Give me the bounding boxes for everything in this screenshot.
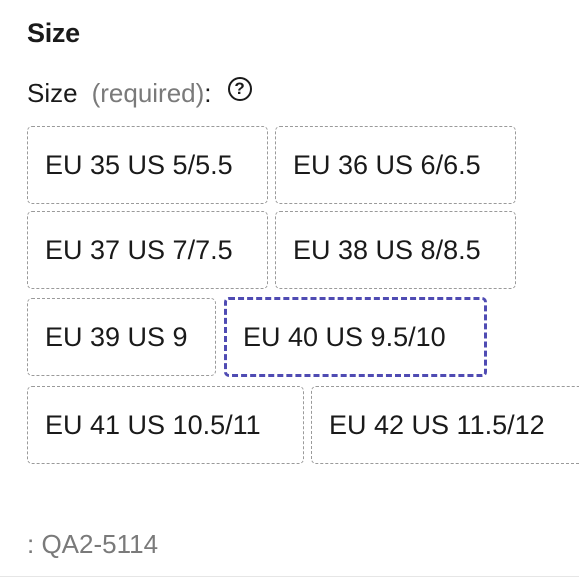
size-option-eu42[interactable]: EU 42 US 11.5/12 [311,386,579,464]
size-option-eu35[interactable]: EU 35 US 5/5.5 [27,126,268,204]
size-option-eu40[interactable]: EU 40 US 9.5/10 [224,297,487,377]
size-option-eu39[interactable]: EU 39 US 9 [27,298,216,376]
size-option-eu36[interactable]: EU 36 US 6/6.5 [275,126,516,204]
size-field-label: Size [27,78,78,108]
sku-code: : QA2-5114 [27,529,159,559]
size-selector-panel: Size Size (required) : ? EU 35 US 5/5.5 … [0,0,579,580]
help-glyph: ? [234,79,245,98]
size-option-eu37[interactable]: EU 37 US 7/7.5 [27,211,268,289]
section-title: Size [27,18,80,48]
required-indicator: (required) [91,78,205,108]
size-option-eu41[interactable]: EU 41 US 10.5/11 [27,386,304,464]
size-field-label-row: Size (required) : ? [27,76,252,109]
size-option-eu38[interactable]: EU 38 US 8/8.5 [275,211,516,289]
label-colon: : [204,78,212,108]
question-circle-icon[interactable]: ? [227,76,252,101]
divider [0,576,579,577]
